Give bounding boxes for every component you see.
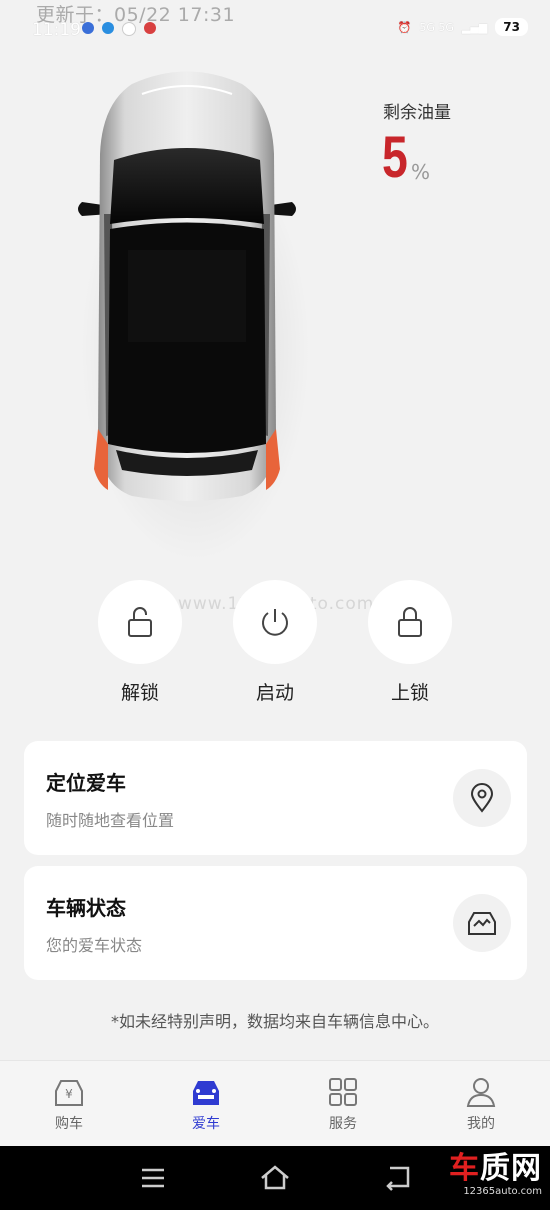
tab-service[interactable]: 服务 <box>298 1061 388 1147</box>
start-button[interactable] <box>233 580 317 664</box>
disclaimer-text: *如未经特别声明，数据均来自车辆信息中心。 <box>110 1012 439 1031</box>
unlock-label: 解锁 <box>120 682 159 704</box>
signal-bars-icon: ▂▄▆ <box>461 20 488 34</box>
tab-service-label: 服务 <box>329 1116 357 1132</box>
status-bar: 更新于：05/22 17:31 11:19 ⏰ 5G 5G ▂▄▆ 73 <box>0 0 550 58</box>
vehicle-status-card[interactable]: 车辆状态 您的爱车状态 <box>24 866 527 980</box>
grid-icon <box>329 1078 357 1106</box>
fuel-label: 剩余油量 <box>383 103 451 123</box>
unlock-icon <box>128 607 152 637</box>
car-status-icon <box>453 894 511 952</box>
tab-buy-car[interactable]: ¥ 购车 <box>24 1061 114 1147</box>
bottom-tab-bar: ¥ 购车 爱车 服务 我的 <box>0 1060 550 1147</box>
tab-my-car[interactable]: 爱车 <box>161 1061 251 1147</box>
shop-car-icon: ¥ <box>55 1080 83 1106</box>
signal-text: 5G 5G <box>419 20 454 34</box>
locate-car-subtitle: 随时随地查看位置 <box>46 811 175 830</box>
battery-level: 73 <box>495 18 528 36</box>
tab-my-car-label: 爱车 <box>192 1116 220 1132</box>
lock-button[interactable] <box>368 580 452 664</box>
map-notification-icon <box>144 22 156 34</box>
chat-notification-icon <box>122 22 136 36</box>
tab-buy-car-label: 购车 <box>55 1116 83 1132</box>
profile-icon <box>466 1078 496 1107</box>
power-icon <box>262 609 288 636</box>
brand-logo: 车质网 12365auto.com <box>449 1152 542 1198</box>
back-icon[interactable] <box>380 1160 416 1196</box>
location-pin-icon <box>453 769 511 827</box>
status-right: ⏰ 5G 5G ▂▄▆ 73 <box>398 18 528 36</box>
locate-car-title: 定位爱车 <box>46 771 126 795</box>
status-clock: 11:19 <box>32 20 81 40</box>
app-notification-icon <box>102 22 114 34</box>
vehicle-status-subtitle: 您的爱车状态 <box>46 936 143 955</box>
car-topview-image <box>78 71 296 501</box>
locate-car-card[interactable]: 定位爱车 随时随地查看位置 <box>24 741 527 855</box>
fuel-value: 5 <box>382 125 408 190</box>
my-car-icon <box>193 1081 219 1105</box>
fuel-unit: % <box>411 160 431 184</box>
home-icon[interactable] <box>257 1160 293 1196</box>
tab-profile-label: 我的 <box>467 1116 495 1132</box>
menu-icon[interactable] <box>135 1160 171 1196</box>
start-label: 启动 <box>255 682 294 704</box>
vehicle-status-title: 车辆状态 <box>46 896 126 920</box>
unlock-button[interactable] <box>98 580 182 664</box>
system-nav-bar: 车质网 12365auto.com <box>0 1146 550 1210</box>
brand-url: 12365auto.com <box>463 1186 542 1197</box>
tab-profile[interactable]: 我的 <box>436 1061 526 1147</box>
lock-icon <box>398 607 422 637</box>
alarm-icon: ⏰ <box>397 20 412 34</box>
lock-label: 上锁 <box>390 682 429 704</box>
brand-name: 车质网 <box>449 1151 542 1186</box>
app-notification-icon <box>82 22 94 34</box>
notification-icons <box>82 22 156 36</box>
svg-text:¥: ¥ <box>65 1087 73 1101</box>
